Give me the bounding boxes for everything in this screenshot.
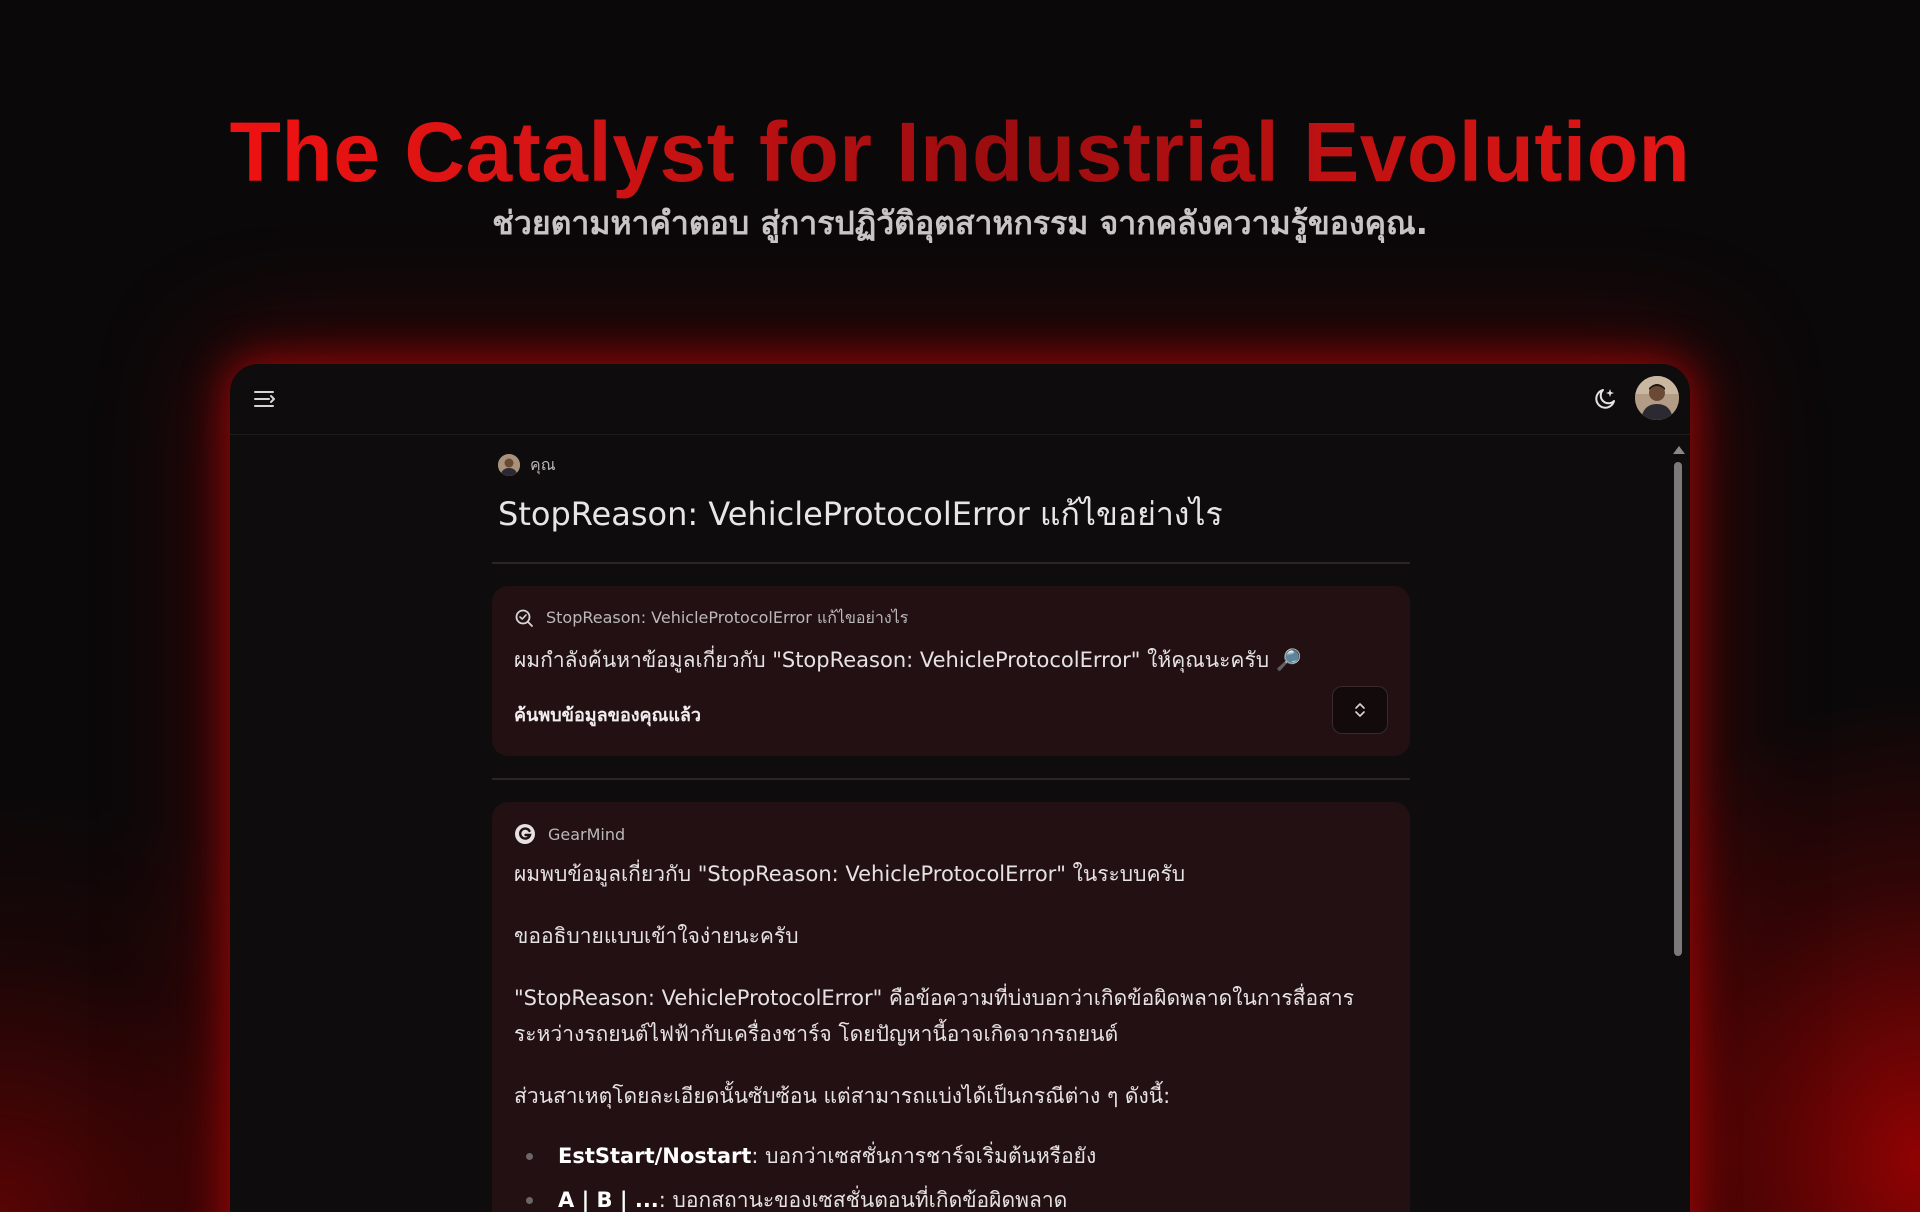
hero-subtitle: ช่วยตามหาคำตอบ สู่การปฏิวัติอุตสาหกรรม จ… xyxy=(492,204,1428,242)
bullet-term: EstStart/Nostart xyxy=(558,1144,752,1168)
divider xyxy=(492,562,1410,564)
chat-app-window: คุณ StopReason: VehicleProtocolError แก้… xyxy=(230,364,1690,1212)
menu-icon xyxy=(254,391,275,407)
list-item: EstStart/Nostart: บอกว่าเซสชั่นการชาร์จเ… xyxy=(514,1138,1388,1174)
user-avatar-button[interactable] xyxy=(1635,376,1679,420)
answer-bullet-list: EstStart/Nostart: บอกว่าเซสชั่นการชาร์จเ… xyxy=(514,1138,1388,1212)
scroll-up-arrow[interactable] xyxy=(1673,446,1685,454)
theme-toggle-button[interactable] xyxy=(1590,384,1620,414)
bullet-description: : บอกว่าเซสชั่นการชาร์จเริ่มต้นหรือยัง xyxy=(751,1144,1097,1168)
hero-title: The Catalyst for Industrial Evolution xyxy=(0,104,1920,200)
bullet-term: A | B | ... xyxy=(558,1188,659,1212)
user-message-avatar xyxy=(498,454,520,476)
assistant-name: GearMind xyxy=(548,824,626,844)
user-avatar-small-icon xyxy=(498,454,520,476)
chevron-up-down-icon xyxy=(1355,703,1365,717)
user-message-header: คุณ xyxy=(498,452,1410,478)
scrollbar[interactable] xyxy=(1672,446,1685,1212)
assistant-header: GearMind xyxy=(514,822,1388,846)
chat-thread: คุณ StopReason: VehicleProtocolError แก้… xyxy=(492,452,1410,1212)
menu-button[interactable] xyxy=(252,386,278,412)
list-item: A | B | ...: บอกสถานะของเซสชั่นตอนที่เกิ… xyxy=(514,1182,1388,1212)
search-result-row: ค้นพบข้อมูลของคุณแล้ว xyxy=(514,690,1388,738)
moon-star-icon xyxy=(1595,389,1615,409)
answer-paragraph: "StopReason: VehicleProtocolError" คือข้… xyxy=(514,986,1354,1046)
expand-sources-button[interactable] xyxy=(1332,686,1388,734)
search-status-card: StopReason: VehicleProtocolError แก้ไขอย… xyxy=(492,586,1410,756)
gearmind-logo-icon xyxy=(515,824,535,844)
user-question-text: StopReason: VehicleProtocolError แก้ไขอย… xyxy=(498,495,1223,533)
page: The Catalyst for Industrial Evolution ช่… xyxy=(0,0,1920,1212)
search-card-header: StopReason: VehicleProtocolError แก้ไขอย… xyxy=(514,606,1388,630)
bullet-description: : บอกสถานะของเซสชั่นตอนที่เกิดข้อผิดพลาด xyxy=(658,1188,1068,1212)
answer-paragraph: ขออธิบายแบบเข้าใจง่ายนะครับ xyxy=(514,924,799,948)
assistant-answer-card: GearMind ผมพบข้อมูลเกี่ยวกับ "StopReason… xyxy=(492,802,1410,1212)
scrollbar-thumb[interactable] xyxy=(1674,462,1682,956)
top-bar xyxy=(230,364,1690,435)
divider xyxy=(492,778,1410,780)
answer-paragraph: ผมพบข้อมูลเกี่ยวกับ "StopReason: Vehicle… xyxy=(514,862,1186,886)
search-found-label: ค้นพบข้อมูลของคุณแล้ว xyxy=(514,704,702,726)
search-icon xyxy=(515,609,533,627)
user-avatar xyxy=(1635,376,1679,420)
search-status-text: ผมกำลังค้นหาข้อมูลเกี่ยวกับ "StopReason:… xyxy=(514,648,1302,672)
answer-paragraph: ส่วนสาเหตุโดยละเอียดนั้นซับซ้อน แต่สามาร… xyxy=(514,1084,1171,1108)
search-query-label: StopReason: VehicleProtocolError แก้ไขอย… xyxy=(546,607,909,627)
user-message-author: คุณ xyxy=(530,454,556,474)
